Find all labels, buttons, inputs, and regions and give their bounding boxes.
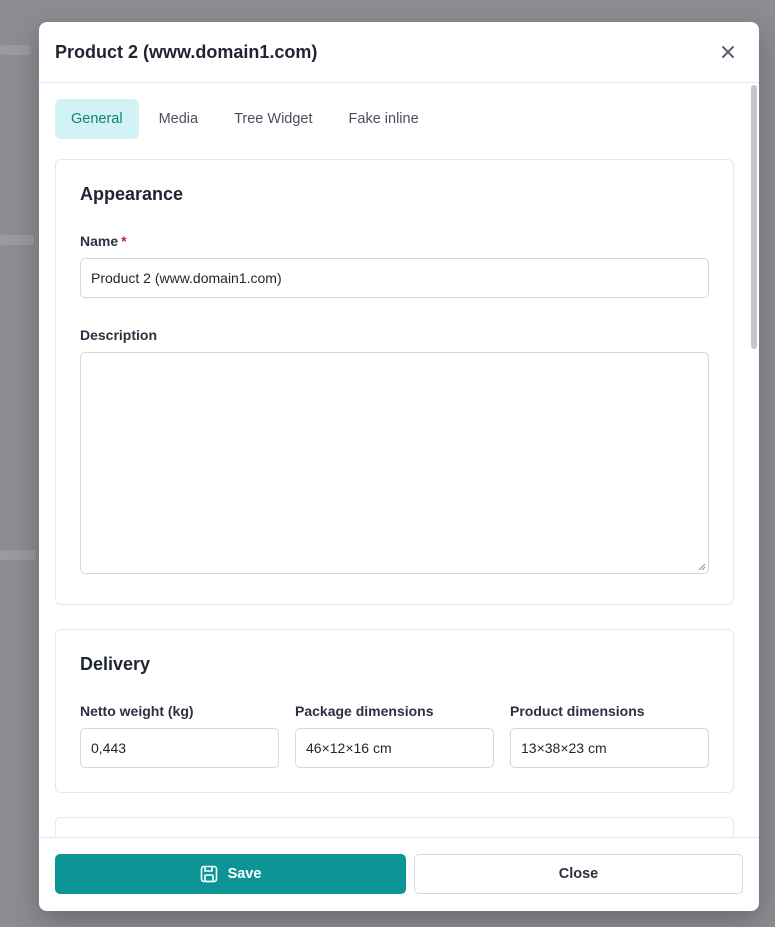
- product-dimensions-label: Product dimensions: [510, 703, 645, 719]
- save-label: Save: [227, 866, 262, 882]
- background-page: [0, 45, 30, 55]
- modal-header: Product 2 (www.domain1.com): [39, 22, 759, 83]
- close-button[interactable]: Close: [414, 854, 743, 894]
- tab-general[interactable]: General: [55, 99, 139, 139]
- background-page: [0, 235, 34, 245]
- package-dimensions-label: Package dimensions: [295, 703, 434, 719]
- package-dimensions-input[interactable]: 46×12×16 cm: [295, 728, 494, 768]
- tab-media[interactable]: Media: [143, 99, 215, 139]
- save-button[interactable]: Save: [55, 854, 406, 894]
- name-label-text: Name: [80, 233, 119, 249]
- name-label: Name *: [80, 233, 127, 249]
- description-label: Description: [80, 327, 158, 343]
- netto-weight-label: Netto weight (kg): [80, 703, 194, 719]
- description-textarea[interactable]: [80, 352, 709, 574]
- close-icon[interactable]: [717, 41, 739, 63]
- tab-tree-widget[interactable]: Tree Widget: [218, 99, 328, 139]
- tab-bar: General Media Tree Widget Fake inline: [55, 99, 435, 139]
- appearance-title: Appearance: [80, 184, 184, 204]
- modal-title: Product 2 (www.domain1.com): [55, 41, 318, 62]
- delivery-title: Delivery: [80, 654, 151, 674]
- background-page: [0, 550, 36, 560]
- scrollbar-thumb[interactable]: [751, 85, 757, 349]
- resize-grip-icon[interactable]: [698, 563, 706, 571]
- modal-body: General Media Tree Widget Fake inline Ap…: [39, 83, 759, 837]
- required-mark: *: [121, 233, 127, 249]
- product-dimensions-input[interactable]: 13×38×23 cm: [510, 728, 709, 768]
- tab-fake-inline[interactable]: Fake inline: [333, 99, 435, 139]
- netto-weight-input[interactable]: 0,443: [80, 728, 279, 768]
- save-icon: [200, 865, 217, 883]
- next-card: [55, 817, 734, 837]
- delivery-card: Delivery Netto weight (kg) 0,443 Package…: [55, 629, 734, 793]
- name-input[interactable]: Product 2 (www.domain1.com): [80, 258, 709, 298]
- modal-footer: Save Close: [39, 837, 759, 911]
- appearance-card: Appearance Name * Product 2 (www.domain1.…: [55, 159, 734, 605]
- product-edit-modal: Product 2 (www.domain1.com) General Medi…: [39, 22, 759, 911]
